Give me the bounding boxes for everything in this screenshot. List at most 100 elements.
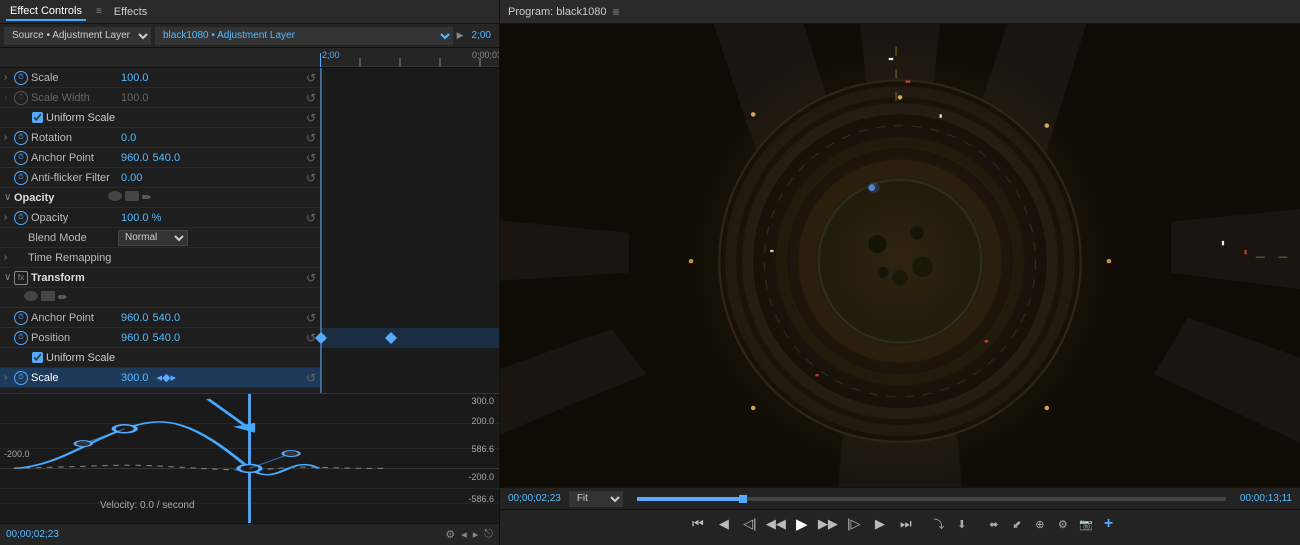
rotation-stopwatch[interactable]: ⏱ — [14, 131, 28, 145]
t-position-row: ⏱ Position 960.0 540.0 ↺ — [0, 328, 320, 348]
tab-effects[interactable]: Effects — [110, 4, 151, 20]
t-position-stopwatch[interactable]: ⏱ — [14, 331, 28, 345]
bottom-next-icon[interactable]: ▸ — [473, 528, 479, 541]
t-scale-toggle[interactable]: › — [4, 372, 14, 383]
next-edit-btn[interactable]: |▷ — [843, 514, 865, 534]
layer-dropdown[interactable]: black1080 • Adjustment Layer — [155, 27, 453, 45]
anchor-x[interactable]: 960.0 — [121, 152, 149, 164]
t-anchor-x[interactable]: 960.0 — [121, 312, 149, 324]
opacity-pen[interactable]: ✏ — [142, 191, 151, 204]
zoom-btn[interactable]: ⊕ — [1030, 514, 1050, 534]
scale-width-stopwatch[interactable]: ⏱ — [14, 91, 28, 105]
lift-btn[interactable]: ⬌ — [984, 514, 1004, 534]
extract-btn[interactable]: ⬋ — [1007, 514, 1027, 534]
video-canvas — [500, 24, 1300, 487]
tab-effect-controls[interactable]: Effect Controls — [6, 3, 86, 21]
scale-value[interactable]: 100.0 — [121, 72, 149, 84]
opacity-label: Opacity — [31, 212, 121, 224]
t-anchor-y[interactable]: 540.0 — [153, 312, 181, 324]
prev-edit-btn[interactable]: ◁| — [739, 514, 761, 534]
overwrite-btn[interactable]: ⬇ — [952, 514, 972, 534]
anchor-stopwatch[interactable]: ⏱ — [14, 151, 28, 165]
t-anchor-reset[interactable]: ↺ — [306, 311, 316, 325]
uniform-scale-checkbox[interactable] — [32, 112, 43, 123]
rewind-btn[interactable]: ◀◀ — [765, 514, 787, 534]
opacity-ellipse[interactable] — [108, 191, 122, 201]
bottom-filter-icon[interactable]: ⚙ — [445, 528, 455, 541]
video-frame — [500, 24, 1300, 487]
progress-fill — [637, 497, 743, 501]
scale-row: › ⏱ Scale 100.0 ↺ — [0, 68, 320, 88]
settings-btn[interactable]: ⚙ — [1053, 514, 1073, 534]
t-scale-next-kf[interactable]: ▸ — [171, 371, 177, 384]
rotation-value[interactable]: 0.0 — [121, 132, 136, 144]
uniform-scale-reset[interactable]: ↺ — [306, 111, 316, 125]
scale-toggle[interactable]: › — [4, 72, 14, 83]
transform-toggle[interactable]: ∨ — [4, 272, 14, 283]
opacity-value[interactable]: 100.0 % — [121, 212, 161, 224]
graph-label-586: 586.6 — [471, 444, 494, 454]
skip-to-end-btn[interactable]: ⏭ — [895, 514, 917, 534]
progress-head[interactable] — [739, 495, 747, 503]
t-scale-stopwatch[interactable]: ⏱ — [14, 371, 28, 385]
transform-ellipse[interactable] — [24, 291, 38, 301]
bottom-prev-icon[interactable]: ◂ — [461, 528, 467, 541]
blend-mode-label: Blend Mode — [28, 232, 118, 244]
bottom-bar: 00;00;02;23 ⚙ ◂ ▸ ⎋ — [0, 523, 499, 545]
anti-flicker-value[interactable]: 0.00 — [121, 172, 142, 184]
t-uniform-text: Uniform Scale — [46, 352, 115, 364]
anchor-y[interactable]: 540.0 — [153, 152, 181, 164]
step-back-btn[interactable]: ◀ — [713, 514, 735, 534]
anchor-point-row: ⏱ Anchor Point 960.0 540.0 ↺ — [0, 148, 320, 168]
anti-flicker-prop: ⏱ Anti-flicker Filter 0.00 ↺ — [0, 168, 320, 187]
anchor-reset[interactable]: ↺ — [306, 151, 316, 165]
insert-overwrite-group: ⤵ ⬇ — [929, 514, 972, 534]
scale-label: Scale — [31, 72, 121, 84]
insert-btn[interactable]: ⤵ — [929, 514, 949, 534]
transform-reset[interactable]: ↺ — [306, 271, 316, 285]
t-position-x[interactable]: 960.0 — [121, 332, 149, 344]
panel-menu-icon[interactable]: ≡ — [96, 6, 102, 17]
play-btn[interactable]: ▶ — [791, 514, 813, 534]
transform-rect[interactable] — [41, 291, 55, 301]
opacity-stopwatch[interactable]: ⏱ — [14, 211, 28, 225]
scale-width-reset[interactable]: ↺ — [306, 91, 316, 105]
rotation-toggle[interactable]: › — [4, 132, 14, 143]
rotation-reset[interactable]: ↺ — [306, 131, 316, 145]
source-dropdown[interactable]: Source • Adjustment Layer — [4, 27, 151, 45]
opacity-toggle[interactable]: ∨ — [4, 192, 14, 203]
t-anchor-stopwatch[interactable]: ⏱ — [14, 311, 28, 325]
t-uniform-checkbox[interactable] — [32, 352, 43, 363]
time-remap-toggle[interactable]: › — [4, 252, 14, 263]
fit-dropdown[interactable]: Fit 25% 50% 100% — [569, 491, 623, 507]
skip-to-start-btn[interactable]: ⏮ — [687, 514, 709, 534]
scale-stopwatch[interactable]: ⏱ — [14, 71, 28, 85]
add-btn[interactable]: + — [1104, 515, 1113, 533]
scale-reset[interactable]: ↺ — [306, 71, 316, 85]
export-frame-btn[interactable]: 📷 — [1076, 514, 1096, 534]
opacity-val-toggle[interactable]: › — [4, 212, 14, 223]
blend-mode-dropdown[interactable]: Normal — [118, 230, 188, 246]
bottom-export-icon[interactable]: ⎋ — [484, 528, 493, 541]
step-fwd-btn[interactable]: ▶ — [869, 514, 891, 534]
scale-width-toggle: › — [4, 92, 14, 103]
timeline-arrow: ▶ — [457, 30, 464, 41]
graph-label-neg200-right: -200.0 — [468, 472, 494, 482]
fast-fwd-btn[interactable]: ▶▶ — [817, 514, 839, 534]
t-position-reset[interactable]: ↺ — [306, 331, 316, 345]
anti-flicker-stopwatch[interactable]: ⏱ — [14, 171, 28, 185]
t-uniform-label[interactable]: Uniform Scale — [32, 352, 115, 364]
t-scale-reset[interactable]: ↺ — [306, 371, 316, 385]
uniform-scale-text: Uniform Scale — [46, 112, 115, 124]
program-menu-icon[interactable]: ≡ — [612, 5, 619, 19]
opacity-rect[interactable] — [125, 191, 139, 201]
t-scale-add-kf[interactable]: ◆ — [162, 371, 170, 384]
uniform-scale-label[interactable]: Uniform Scale — [32, 112, 115, 124]
timeline-ruler: 2;00 0;00;03;00 — [320, 48, 499, 67]
t-position-y[interactable]: 540.0 — [153, 332, 181, 344]
t-scale-value[interactable]: 300.0 — [121, 372, 149, 384]
transform-pen[interactable]: ✏ — [58, 291, 67, 304]
bottom-timecode: 00;00;02;23 — [6, 529, 59, 540]
opacity-reset[interactable]: ↺ — [306, 211, 316, 225]
anti-flicker-reset[interactable]: ↺ — [306, 171, 316, 185]
